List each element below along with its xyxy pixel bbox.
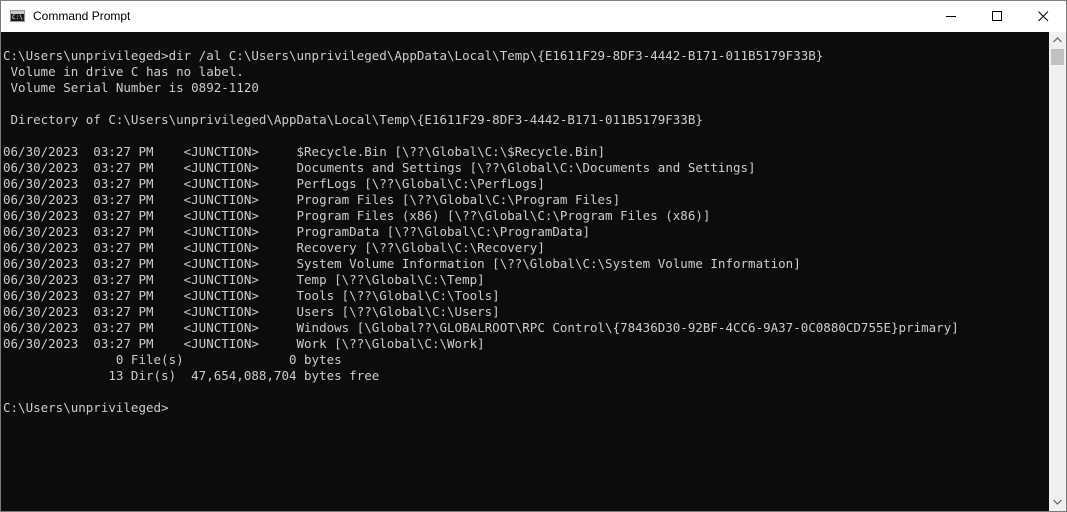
cmd-icon[interactable]: C:\ [10,10,25,22]
console-line: 06/30/2023 03:27 PM <JUNCTION> Recovery … [3,240,545,255]
console-line: 06/30/2023 03:27 PM <JUNCTION> System Vo… [3,256,801,271]
close-icon [1038,11,1049,22]
console-line: C:\Users\unprivileged>dir /al C:\Users\u… [3,48,824,63]
console-line: 06/30/2023 03:27 PM <JUNCTION> PerfLogs … [3,176,545,191]
scroll-up-button[interactable] [1049,32,1066,49]
console-output[interactable]: C:\Users\unprivileged>dir /al C:\Users\u… [1,32,1049,511]
title-bar[interactable]: C:\ Command Prompt [1,1,1066,32]
scrollbar-thumb[interactable] [1051,49,1064,65]
command-prompt-window: C:\ Command Prompt C:\Users\unprivileged… [0,0,1067,512]
close-button[interactable] [1020,1,1066,32]
cmd-icon-text: C:\ [12,14,23,21]
console-line: 06/30/2023 03:27 PM <JUNCTION> ProgramDa… [3,224,590,239]
console-line: 0 File(s) 0 bytes [3,352,342,367]
maximize-icon [992,11,1002,21]
scroll-up-arrow-icon [1053,37,1062,43]
window-title: Command Prompt [33,9,131,23]
console-line: 06/30/2023 03:27 PM <JUNCTION> Temp [\??… [3,272,485,287]
console-line: Volume Serial Number is 0892-1120 [3,80,259,95]
console-line: 06/30/2023 03:27 PM <JUNCTION> Program F… [3,208,711,223]
maximize-button[interactable] [974,1,1020,32]
console-line: 06/30/2023 03:27 PM <JUNCTION> Windows [… [3,320,959,335]
scroll-down-arrow-icon [1053,499,1062,505]
minimize-icon [946,16,956,17]
console-line: 06/30/2023 03:27 PM <JUNCTION> Documents… [3,160,756,175]
minimize-button[interactable] [928,1,974,32]
console-line: 06/30/2023 03:27 PM <JUNCTION> Work [\??… [3,336,485,351]
console-line: 06/30/2023 03:27 PM <JUNCTION> Users [\?… [3,304,500,319]
console-line: 13 Dir(s) 47,654,088,704 bytes free [3,368,380,383]
console-line: Volume in drive C has no label. [3,64,244,79]
console-line: 06/30/2023 03:27 PM <JUNCTION> $Recycle.… [3,144,606,159]
console-line: 06/30/2023 03:27 PM <JUNCTION> Tools [\?… [3,288,500,303]
console-line: 06/30/2023 03:27 PM <JUNCTION> Program F… [3,192,621,207]
scroll-down-button[interactable] [1049,494,1066,511]
console-line: C:\Users\unprivileged> [3,400,169,415]
console-line: Directory of C:\Users\unprivileged\AppDa… [3,112,703,127]
vertical-scrollbar[interactable] [1049,32,1066,511]
